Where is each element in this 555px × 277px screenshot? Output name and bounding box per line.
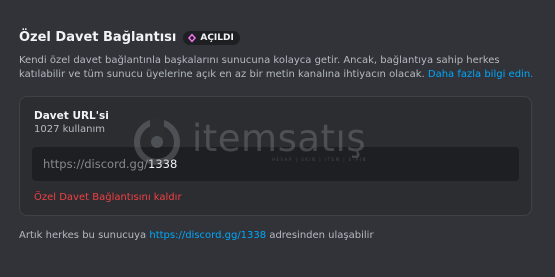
unlocked-badge-label: AÇILDI xyxy=(200,32,234,43)
url-prefix: https://discord.gg/ xyxy=(43,157,149,171)
footer-text-after: adresinden ulaşabilir xyxy=(266,230,374,241)
vanity-invite-link[interactable]: https://discord.gg/1338 xyxy=(149,230,266,241)
vanity-url-input[interactable]: https://discord.gg/ 1338 xyxy=(32,147,519,181)
invite-url-label: Davet URL'si xyxy=(34,110,109,122)
section-header: Özel Davet Bağlantısı AÇILDI xyxy=(19,30,240,45)
invite-url-card: Davet URL'si 1027 kullanım https://disco… xyxy=(19,96,532,216)
unlocked-badge: AÇILDI xyxy=(183,30,240,45)
footer-note: Artık herkes bu sunucuya https://discord… xyxy=(19,230,374,241)
section-title: Özel Davet Bağlantısı xyxy=(19,30,177,45)
remove-vanity-url-link[interactable]: Özel Davet Bağlantısını kaldır xyxy=(34,192,182,203)
footer-text-before: Artık herkes bu sunucuya xyxy=(19,230,150,241)
invite-usage-count: 1027 kullanım xyxy=(34,124,105,135)
section-description: Kendi özel davet bağlantınla başkalarını… xyxy=(19,54,539,82)
url-code-value[interactable]: 1338 xyxy=(148,157,177,171)
boost-gem-icon xyxy=(187,33,197,43)
learn-more-link[interactable]: Daha fazla bilgi edin. xyxy=(428,69,533,80)
